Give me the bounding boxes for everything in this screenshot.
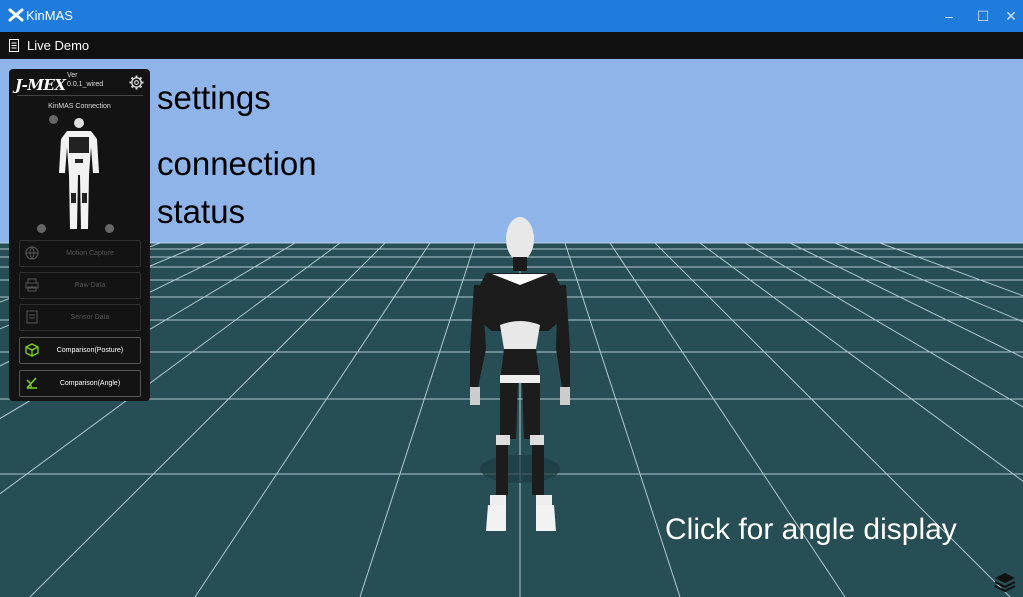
panel-divider (17, 95, 143, 96)
layers-icon[interactable] (994, 571, 1016, 593)
left-sensor-dot (37, 224, 46, 233)
gear-icon[interactable] (129, 75, 144, 90)
raw-data-label: Raw Data (74, 282, 106, 289)
window-title: KinMAS (26, 8, 73, 23)
motion-capture-label: Motion Capture (66, 250, 114, 257)
brand-logo: J-MEX (15, 76, 66, 94)
document-icon (26, 310, 38, 324)
comparison-posture-button[interactable]: Comparison(Posture) (19, 337, 141, 364)
cube-icon (25, 343, 39, 357)
raw-data-button[interactable]: Raw Data (19, 272, 141, 299)
control-panel: J-MEX Ver 0.0.1_wired KinMAS Connection … (9, 69, 150, 401)
comparison-posture-label: Comparison(Posture) (56, 347, 124, 354)
connection-label: KinMAS Connection (48, 103, 111, 110)
close-button[interactable]: ✕ (996, 4, 1023, 28)
sensor-data-button[interactable]: Sensor Data (19, 304, 141, 331)
settings-annotation: settings (157, 79, 271, 116)
printer-icon (25, 278, 39, 292)
title-bar: KinMAS – ☐ ✕ (0, 0, 1023, 32)
right-sensor-dot (105, 224, 114, 233)
connection-annotation: connection (157, 145, 317, 182)
comparison-angle-label: Comparison(Angle) (59, 380, 121, 387)
menu-bar: Live Demo (0, 32, 1023, 59)
minimize-button[interactable]: – (934, 4, 964, 28)
sensor-data-label: Sensor Data (70, 314, 110, 321)
status-annotation: status (157, 193, 246, 230)
angle-display-annotation: Click for angle display (665, 513, 957, 546)
menu-live-demo[interactable]: Live Demo (27, 38, 89, 53)
version-label: Ver (67, 72, 78, 79)
maximize-button[interactable]: ☐ (968, 4, 998, 28)
document-icon (9, 39, 19, 52)
sensor-suit-icon (59, 118, 99, 229)
angle-icon (26, 377, 37, 389)
comparison-angle-button[interactable]: Comparison(Angle) (19, 370, 141, 397)
version-value: 0.0.1_wired (67, 81, 104, 88)
motion-capture-button[interactable]: Motion Capture (19, 240, 141, 267)
app-logo-icon (8, 8, 24, 22)
globe-icon (25, 246, 39, 260)
